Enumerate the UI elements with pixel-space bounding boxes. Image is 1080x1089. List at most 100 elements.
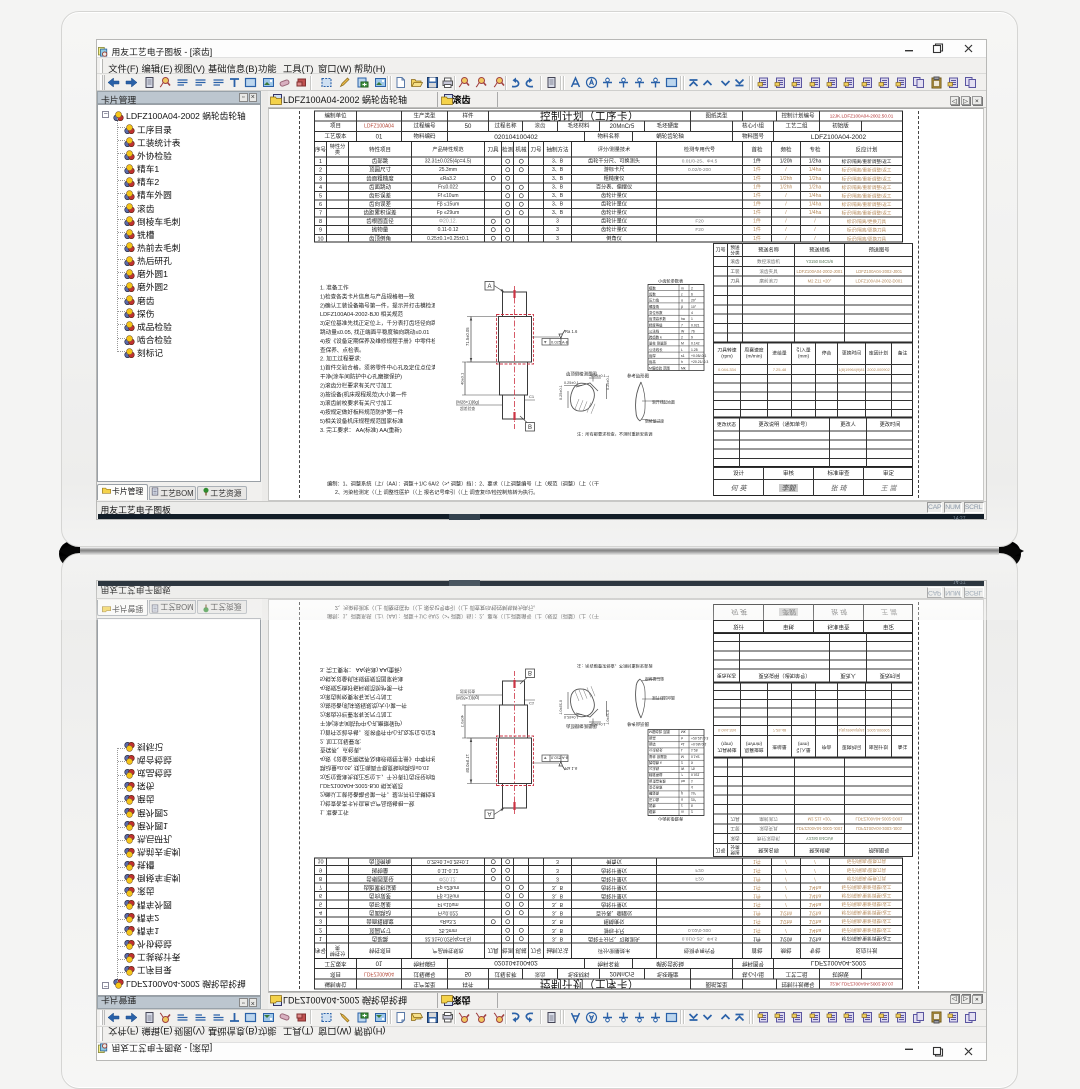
svg-text:4: 4	[691, 311, 693, 315]
svg-text:1.25: 1.25	[691, 348, 698, 352]
svg-text:公法线长: 公法线长	[649, 347, 663, 352]
svg-text:m: m	[681, 286, 684, 290]
svg-text:公法线长: 公法线长	[649, 748, 663, 753]
svg-text:变位系数: 变位系数	[649, 785, 663, 790]
svg-text:ha: ha	[681, 779, 685, 783]
svg-text:7: 7	[681, 773, 683, 777]
svg-text:2: 2	[691, 286, 693, 290]
svg-text:倒棱量过渡: 倒棱量过渡	[645, 418, 664, 423]
svg-text:齿高: 齿高	[649, 359, 656, 364]
svg-text:ha: ha	[681, 317, 685, 321]
svg-text:A-B: A-B	[562, 340, 569, 344]
svg-text:精度等级: 精度等级	[649, 773, 663, 778]
svg-text:小齿轮参数表: 小齿轮参数表	[658, 816, 684, 823]
svg-text:0.021: 0.021	[691, 773, 700, 777]
svg-text:0.021: 0.021	[691, 323, 700, 327]
svg-text:0.25±0.1: 0.25±0.1	[591, 374, 606, 378]
svg-text:β: β	[681, 305, 683, 309]
svg-text:齿厚: 齿厚	[649, 353, 656, 358]
svg-text:76: 76	[691, 329, 695, 333]
svg-text:10°: 10°	[691, 791, 697, 795]
svg-text:W: W	[681, 329, 685, 333]
svg-text:6: 6	[691, 803, 693, 807]
svg-text:h: h	[681, 360, 683, 364]
svg-text:40±0.1: 40±0.1	[460, 715, 465, 728]
svg-text:M: M	[681, 754, 684, 758]
svg-text:齿顶高系数: 齿顶高系数	[649, 779, 667, 784]
svg-text:压力角: 压力角	[649, 797, 659, 802]
svg-text:M值检验 范围: M值检验 范围	[649, 365, 670, 370]
svg-text:Ra 1.6: Ra 1.6	[565, 766, 578, 771]
svg-text:71.5±0.05: 71.5±0.05	[465, 754, 470, 773]
svg-text:1: 1	[691, 317, 693, 321]
svg-text:2: 2	[681, 336, 683, 340]
svg-text:变位系数: 变位系数	[649, 310, 663, 315]
svg-text:2: 2	[691, 810, 693, 814]
svg-text:⌖: ⌖	[544, 756, 547, 761]
svg-text:10°: 10°	[691, 305, 697, 309]
svg-text:(M28×1)(6g): (M28×1)(6g)	[456, 399, 480, 404]
svg-text:+20.21/-0.3: +20.21/-0.3	[691, 360, 708, 364]
svg-text:+0.05/-0.1: +0.05/-0.1	[691, 742, 706, 746]
svg-text:20°: 20°	[691, 797, 697, 801]
svg-text:公法线: 公法线	[649, 328, 660, 333]
svg-text:M: M	[681, 342, 684, 346]
svg-text:齿高: 齿高	[649, 736, 656, 741]
svg-text:倒棱量过渡: 倒棱量过渡	[645, 677, 664, 682]
svg-text:齿数: 齿数	[649, 292, 656, 297]
svg-text:量柱 测量距: 量柱 测量距	[649, 341, 668, 346]
svg-text:量柱 测量距: 量柱 测量距	[649, 754, 668, 759]
svg-text:齿顶高系数: 齿顶高系数	[649, 316, 667, 321]
svg-text:C1: C1	[529, 394, 535, 399]
svg-text:0.142: 0.142	[691, 754, 700, 758]
svg-text:76: 76	[691, 767, 695, 771]
svg-text:⌖: ⌖	[544, 339, 547, 344]
svg-text:L: L	[681, 348, 683, 352]
svg-text:9: 9	[691, 760, 693, 764]
svg-text:M值检验 范围: M值检验 范围	[649, 730, 670, 735]
svg-text:0.25±0.1: 0.25±0.1	[564, 381, 579, 385]
svg-text:A: A	[488, 284, 492, 290]
svg-text:m: m	[681, 810, 684, 814]
svg-text:0.25±0.1: 0.25±0.1	[559, 700, 563, 715]
svg-text:s1: s1	[681, 354, 685, 358]
svg-text:Mk: Mk	[681, 730, 686, 734]
svg-text:z: z	[681, 803, 683, 807]
svg-text:齿数: 齿数	[649, 803, 656, 808]
svg-text:模数: 模数	[649, 810, 656, 815]
svg-text:7: 7	[681, 323, 683, 327]
svg-text:B: B	[528, 669, 532, 675]
svg-text:跨齿数 k: 跨齿数 k	[649, 760, 662, 765]
svg-text:1: 1	[691, 779, 693, 783]
svg-text:螺旋角: 螺旋角	[649, 304, 659, 309]
svg-text:模数: 模数	[649, 285, 656, 290]
svg-text:渐开线起始圆: 渐开线起始圆	[652, 399, 675, 404]
svg-text:0.25±0.1: 0.25±0.1	[564, 715, 579, 719]
svg-text:注：所有都要求检查，不测时重新安装调: 注：所有都要求检查，不测时重新安装调	[577, 663, 652, 670]
svg-text:渐开线起始圆: 渐开线起始圆	[652, 696, 675, 701]
svg-text:Mk: Mk	[681, 366, 686, 370]
svg-text:20°: 20°	[691, 299, 697, 303]
svg-text:40±0.1: 40±0.1	[460, 372, 465, 385]
svg-text:0.142: 0.142	[691, 342, 700, 346]
svg-text:A: A	[488, 810, 492, 816]
svg-text:螺旋角: 螺旋角	[649, 791, 659, 796]
svg-text:2: 2	[681, 760, 683, 764]
svg-text:C1: C1	[529, 701, 535, 706]
svg-text:α: α	[681, 299, 683, 303]
svg-text:β: β	[681, 791, 683, 795]
svg-text:0.25±0.1: 0.25±0.1	[559, 385, 563, 400]
svg-text:h: h	[681, 736, 683, 740]
svg-text:71.5±0.05: 71.5±0.05	[465, 327, 470, 346]
svg-text:s1: s1	[681, 742, 685, 746]
svg-text:+20.21/-0.3: +20.21/-0.3	[691, 736, 708, 740]
svg-text:齿厚: 齿厚	[649, 742, 656, 747]
svg-text:精度等级: 精度等级	[649, 322, 663, 327]
svg-text:1.25: 1.25	[691, 748, 698, 752]
svg-text:+0.05/-0.1: +0.05/-0.1	[691, 354, 706, 358]
svg-text:4: 4	[691, 785, 693, 789]
svg-text:B: B	[528, 425, 532, 431]
svg-text:超差验查: 超差验查	[460, 406, 475, 411]
svg-text:6: 6	[691, 293, 693, 297]
svg-text:A-B: A-B	[562, 756, 569, 760]
